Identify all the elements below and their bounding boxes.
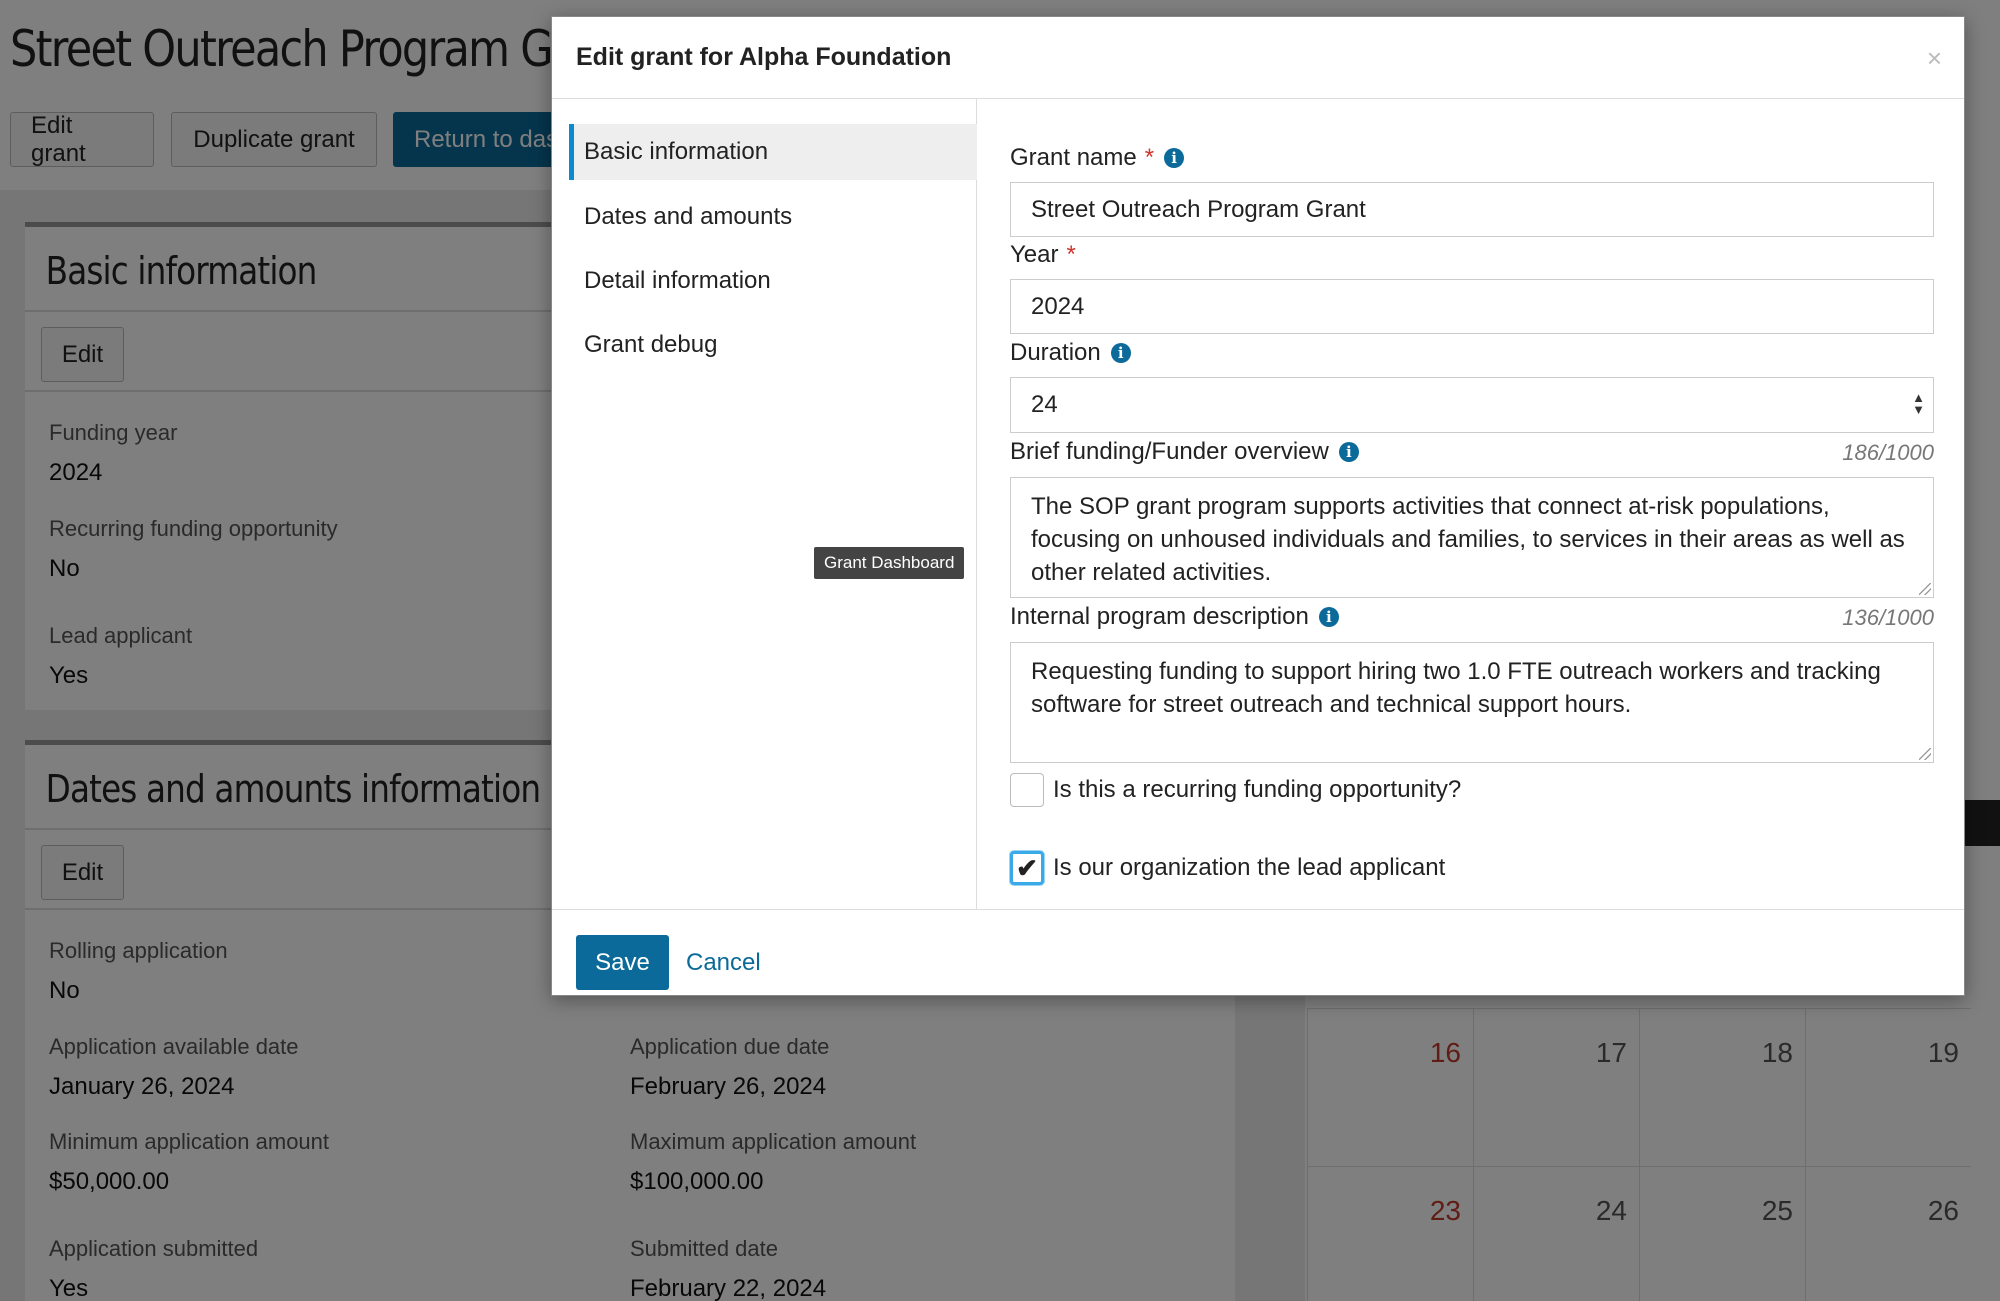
basic-information-form: Grant name * i Year * Duration i 24 ▲▼ B… (978, 99, 1966, 909)
duration-selected-value: 24 (1031, 391, 1058, 418)
duration-label-text: Duration (1010, 339, 1101, 366)
info-icon[interactable]: i (1318, 607, 1339, 627)
required-marker: * (1066, 241, 1076, 268)
modal-header: Edit grant for Alpha Foundation × (552, 17, 1964, 99)
grant-name-label: Grant name * i (1010, 144, 1185, 172)
internal-description-text: Requesting funding to support hiring two… (1031, 658, 1881, 718)
overview-label: Brief funding/Funder overview i (1010, 438, 1359, 466)
nav-dates-and-amounts[interactable]: Dates and amounts (569, 189, 977, 245)
overview-label-text: Brief funding/Funder overview (1010, 438, 1329, 465)
recurring-checkbox-row[interactable]: Is this a recurring funding opportunity? (1010, 773, 1461, 807)
modal-footer: Save Cancel (552, 909, 1964, 997)
internal-description-char-counter: 136/1000 (1842, 605, 1934, 630)
nav-detail-information[interactable]: Detail information (569, 253, 977, 309)
info-icon[interactable]: i (1110, 343, 1131, 363)
recurring-checkbox[interactable] (1010, 773, 1044, 807)
recurring-checkbox-label: Is this a recurring funding opportunity? (1053, 776, 1462, 803)
overview-char-counter: 186/1000 (1842, 440, 1934, 465)
nav-basic-information[interactable]: Basic information (569, 124, 977, 180)
grant-name-input[interactable] (1010, 182, 1934, 237)
overview-text: The SOP grant program supports activitie… (1031, 493, 1905, 586)
duration-label: Duration i (1010, 339, 1131, 367)
lead-applicant-checkbox-label: Is our organization the lead applicant (1053, 854, 1446, 881)
select-arrows-icon: ▲ ▼ (1912, 390, 1925, 417)
internal-description-label-text: Internal program description (1010, 603, 1309, 630)
resize-handle-icon[interactable] (1919, 583, 1931, 595)
required-marker: * (1144, 144, 1155, 171)
grant-name-label-text: Grant name (1010, 144, 1137, 171)
save-button[interactable]: Save (576, 935, 669, 990)
duration-select[interactable]: 24 ▲ ▼ (1010, 377, 1934, 433)
info-icon[interactable]: i (1338, 442, 1359, 462)
modal-title: Edit grant for Alpha Foundation (576, 43, 952, 71)
internal-description-label: Internal program description i (1010, 603, 1339, 631)
resize-handle-icon[interactable] (1919, 748, 1931, 760)
nav-grant-debug[interactable]: Grant debug (569, 317, 977, 373)
year-label: Year * (1010, 241, 1076, 269)
grant-dashboard-tooltip: Grant Dashboard (814, 547, 965, 579)
year-label-text: Year (1010, 241, 1059, 268)
lead-applicant-checkbox-row[interactable]: ✔ Is our organization the lead applicant (1010, 851, 1445, 885)
year-input[interactable] (1010, 279, 1934, 334)
close-icon[interactable]: × (1927, 45, 1942, 71)
edit-grant-modal: Edit grant for Alpha Foundation × Basic … (551, 16, 1965, 996)
internal-description-textarea[interactable]: Requesting funding to support hiring two… (1010, 642, 1934, 763)
modal-section-nav: Basic information Dates and amounts Deta… (552, 99, 977, 909)
info-icon[interactable]: i (1164, 148, 1185, 168)
overview-textarea[interactable]: The SOP grant program supports activitie… (1010, 477, 1934, 598)
cancel-link[interactable]: Cancel (686, 949, 761, 977)
checkmark-icon: ✔ (1016, 853, 1038, 883)
lead-applicant-checkbox[interactable]: ✔ (1010, 851, 1044, 885)
